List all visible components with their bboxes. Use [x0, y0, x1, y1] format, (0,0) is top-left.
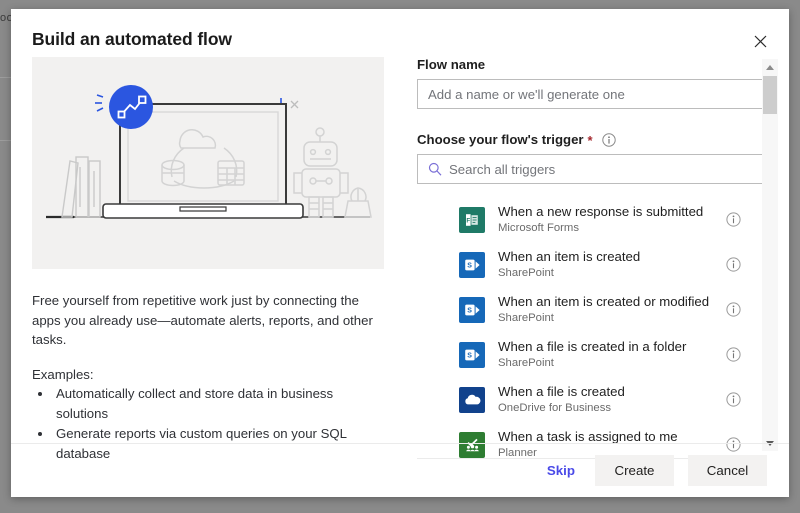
scrollbar-thumb[interactable] — [763, 76, 777, 114]
svg-text:S: S — [467, 307, 472, 314]
info-icon — [726, 302, 741, 317]
trigger-info-icon[interactable] — [602, 133, 616, 147]
trigger-text-group: When an item is created or modifiedShare… — [498, 294, 726, 325]
sharepoint-icon: S — [459, 252, 485, 278]
left-pane: Free yourself from repetitive work just … — [32, 57, 384, 464]
required-marker: * — [588, 134, 593, 147]
trigger-list-item[interactable]: When a file is createdOneDrive for Busin… — [417, 377, 763, 422]
trigger-list-item[interactable]: S When a file is created in a folderShar… — [417, 332, 763, 377]
trigger-label-text: Choose your flow's trigger — [417, 132, 584, 147]
trigger-label: Choose your flow's trigger * — [417, 132, 763, 147]
trigger-text-group: When a new response is submittedMicrosof… — [498, 204, 726, 235]
info-icon — [726, 257, 741, 272]
svg-text:F: F — [466, 217, 470, 224]
trigger-text-group: When a file is createdOneDrive for Busin… — [498, 384, 726, 415]
onedrive-icon — [459, 387, 485, 413]
list-item: Automatically collect and store data in … — [53, 384, 384, 424]
dialog-footer: Skip Create Cancel — [11, 443, 789, 497]
skip-link[interactable]: Skip — [541, 463, 581, 478]
info-icon — [726, 212, 741, 227]
microsoft-forms-icon: F — [459, 207, 485, 233]
flow-badge-icon — [109, 85, 153, 129]
trigger-info-button[interactable] — [726, 212, 741, 227]
automation-illustration — [32, 57, 384, 269]
right-pane: Flow name Choose your flow's trigger * — [417, 57, 763, 459]
build-automated-flow-dialog: Build an automated flow — [11, 9, 789, 497]
info-icon — [602, 133, 616, 147]
footer-actions: Skip Create Cancel — [541, 455, 767, 486]
trigger-title: When a new response is submitted — [498, 204, 726, 220]
search-icon — [428, 162, 442, 176]
trigger-connector: OneDrive for Business — [498, 401, 726, 415]
svg-text:S: S — [467, 352, 472, 359]
trigger-list-item[interactable]: S When an item is createdSharePoint — [417, 242, 763, 287]
trigger-title: When a file is created in a folder — [498, 339, 726, 355]
sharepoint-icon: S — [459, 297, 485, 323]
trigger-info-button[interactable] — [726, 257, 741, 272]
trigger-title: When a file is created — [498, 384, 726, 400]
create-button[interactable]: Create — [595, 455, 674, 486]
trigger-info-button[interactable] — [726, 347, 741, 362]
search-input[interactable] — [449, 156, 762, 182]
info-icon — [726, 392, 741, 407]
flow-name-label: Flow name — [417, 57, 763, 72]
dialog-scrollbar[interactable] — [762, 59, 778, 451]
scroll-up-arrow-icon[interactable] — [762, 59, 778, 75]
trigger-list[interactable]: F When a new response is submittedMicros… — [417, 197, 763, 459]
close-button[interactable] — [745, 27, 775, 55]
trigger-text-group: When a file is created in a folderShareP… — [498, 339, 726, 370]
close-icon — [754, 35, 767, 48]
svg-text:S: S — [467, 262, 472, 269]
trigger-list-item[interactable]: S When an item is created or modifiedSha… — [417, 287, 763, 332]
sharepoint-icon: S — [459, 342, 485, 368]
page-title: Build an automated flow — [32, 29, 232, 50]
flow-name-input[interactable] — [417, 79, 763, 109]
trigger-connector: SharePoint — [498, 266, 726, 280]
trigger-connector: SharePoint — [498, 311, 726, 325]
trigger-info-button[interactable] — [726, 392, 741, 407]
examples-label: Examples: — [32, 367, 384, 382]
trigger-connector: SharePoint — [498, 356, 726, 370]
trigger-title: When an item is created or modified — [498, 294, 726, 310]
trigger-text-group: When an item is createdSharePoint — [498, 249, 726, 280]
intro-text: Free yourself from repetitive work just … — [32, 291, 376, 350]
flow-name-label-text: Flow name — [417, 57, 485, 72]
info-icon — [726, 347, 741, 362]
trigger-search-box[interactable] — [417, 154, 763, 184]
trigger-list-item[interactable]: F When a new response is submittedMicros… — [417, 197, 763, 242]
trigger-title: When an item is created — [498, 249, 726, 265]
cancel-button[interactable]: Cancel — [688, 455, 767, 486]
trigger-connector: Microsoft Forms — [498, 221, 726, 235]
trigger-info-button[interactable] — [726, 302, 741, 317]
